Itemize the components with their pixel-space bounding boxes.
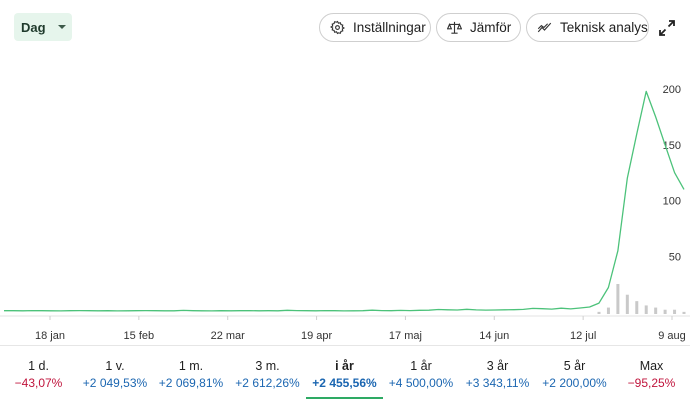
period-change: +2 200,00% xyxy=(542,376,607,390)
period-change: +2 455,56% xyxy=(312,376,377,390)
x-tick-label: 18 jan xyxy=(35,330,65,342)
period-label: 1 v. xyxy=(105,359,125,373)
y-tick-label: 50 xyxy=(669,251,681,263)
technical-analysis-label: Teknisk analys xyxy=(560,20,648,35)
period-tab[interactable]: 3 m. +2 612,26% xyxy=(229,347,306,401)
volume-bar xyxy=(635,301,639,314)
period-label: 3 m. xyxy=(255,359,280,373)
technical-analysis-button[interactable]: Teknisk analys xyxy=(526,13,649,42)
divider xyxy=(0,345,690,346)
period-tab[interactable]: 1 m. +2 069,81% xyxy=(153,347,229,401)
period-tab[interactable]: Max −95,25% xyxy=(613,347,690,401)
compare-button[interactable]: Jämför xyxy=(436,13,521,42)
period-change: +4 500,00% xyxy=(388,376,454,390)
interval-value: Dag xyxy=(21,19,46,35)
x-tick-label: 14 jun xyxy=(479,330,509,342)
period-tab[interactable]: 3 år +3 343,11% xyxy=(459,347,536,401)
y-tick-label: 100 xyxy=(663,196,681,208)
period-change: −43,07% xyxy=(14,376,63,390)
settings-label: Inställningar xyxy=(353,20,426,35)
volume-bar xyxy=(625,294,629,314)
period-change: +2 069,81% xyxy=(158,376,224,390)
period-tab[interactable]: 5 år +2 200,00% xyxy=(536,347,613,401)
period-label: 1 år xyxy=(410,359,432,373)
x-tick-label: 9 aug xyxy=(658,330,686,342)
period-label: 3 år xyxy=(486,359,509,373)
price-line xyxy=(4,90,685,312)
volume-bar xyxy=(597,311,601,314)
volume-bar xyxy=(606,307,610,314)
period-selector: 1 d. −43,07% 1 v. +2 049,53% 1 m. +2 069,81% 3… xyxy=(0,347,690,401)
x-tick-label: 12 jul xyxy=(570,330,596,342)
gear-icon xyxy=(330,20,345,35)
period-tab[interactable]: 1 v. +2 049,53% xyxy=(77,347,153,401)
period-change: +3 343,11% xyxy=(465,376,530,390)
volume-bar xyxy=(654,307,658,314)
trend-line-icon xyxy=(537,22,552,33)
period-tab[interactable]: 1 år +4 500,00% xyxy=(383,347,459,401)
chart-toolbar: Dag Inställningar Jämför Teknisk analys xyxy=(0,0,690,56)
x-tick-label: 15 feb xyxy=(124,330,155,342)
period-label: Max xyxy=(639,359,664,373)
period-change: +2 049,53% xyxy=(82,376,148,390)
period-label: 1 d. xyxy=(28,359,49,373)
price-chart[interactable]: 18 jan 15 feb 22 mar 19 apr 17 maj 14 jun 12 j… xyxy=(0,56,690,343)
volume-bar xyxy=(673,309,677,314)
settings-button[interactable]: Inställningar xyxy=(319,13,431,42)
interval-select[interactable]: Dag xyxy=(14,13,72,41)
period-change: −95,25% xyxy=(627,376,676,390)
period-tab[interactable]: 1 d. −43,07% xyxy=(0,347,77,401)
scale-icon xyxy=(447,21,462,34)
x-tick-label: 22 mar xyxy=(211,330,246,342)
x-tick-label: 19 apr xyxy=(301,330,333,342)
caret-down-icon xyxy=(58,25,66,29)
period-label: 1 m. xyxy=(178,359,204,373)
period-label: i år xyxy=(335,359,354,373)
compare-label: Jämför xyxy=(470,20,512,35)
expand-icon[interactable] xyxy=(658,19,676,37)
price-chart-svg: 18 jan 15 feb 22 mar 19 apr 17 maj 14 jun 12 j… xyxy=(0,84,690,342)
volume-bar xyxy=(644,305,648,314)
volume-bar xyxy=(682,311,686,314)
x-tick-label: 17 maj xyxy=(389,330,422,342)
period-change: +2 612,26% xyxy=(235,376,300,390)
volume-bar xyxy=(616,284,620,314)
period-tab[interactable]: i år +2 455,56% xyxy=(306,347,383,401)
volume-bar xyxy=(663,309,667,314)
period-label: 5 år xyxy=(563,359,586,373)
y-tick-label: 200 xyxy=(663,84,681,96)
